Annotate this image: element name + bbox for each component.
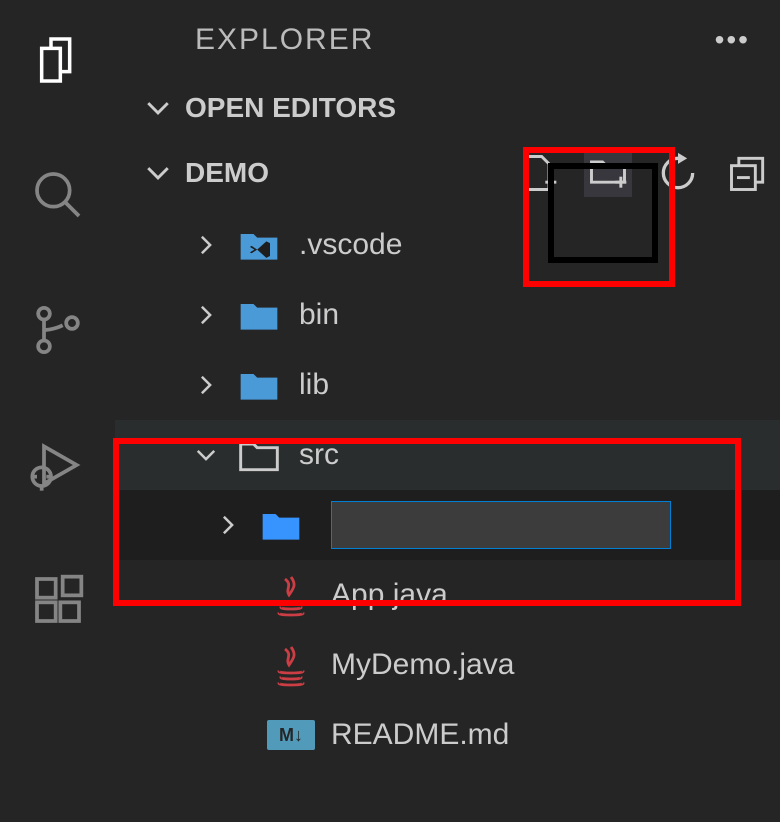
tree-folder-vscode[interactable]: .vscode (115, 210, 780, 280)
source-control-icon[interactable] (23, 295, 93, 365)
chevron-down-icon (193, 444, 219, 466)
tree-label: src (299, 438, 339, 472)
search-icon[interactable] (23, 160, 93, 230)
sidebar-title: EXPLORER (195, 23, 374, 57)
tree-label: bin (299, 298, 339, 332)
collapse-all-icon[interactable] (724, 149, 772, 197)
tree-new-folder-row[interactable] (115, 490, 780, 560)
tree-folder-lib[interactable]: lib (115, 350, 780, 420)
extensions-icon[interactable] (23, 565, 93, 635)
folder-icon (235, 361, 283, 409)
run-debug-icon[interactable] (23, 430, 93, 500)
explorer-sidebar: EXPLORER ••• OPEN EDITORS DEMO (115, 0, 780, 822)
chevron-right-icon (215, 514, 241, 536)
new-file-icon[interactable] (514, 149, 562, 197)
refresh-icon[interactable] (654, 149, 702, 197)
project-header[interactable]: DEMO (115, 135, 780, 210)
tree-folder-src[interactable]: src (115, 420, 780, 490)
folder-open-icon (235, 431, 283, 479)
chevron-down-icon (145, 95, 171, 121)
chevron-down-icon (145, 160, 171, 186)
new-folder-name-input[interactable] (331, 501, 671, 549)
tree-file-app[interactable]: App.java (115, 560, 780, 630)
tree-file-mydemo[interactable]: MyDemo.java (115, 630, 780, 700)
chevron-right-icon (193, 304, 219, 326)
tree-label: lib (299, 368, 329, 402)
tree-label: README.md (331, 718, 509, 752)
activity-bar (0, 0, 115, 822)
folder-icon (235, 291, 283, 339)
tree-folder-bin[interactable]: bin (115, 280, 780, 350)
sidebar-header: EXPLORER ••• (115, 0, 780, 80)
more-actions-icon[interactable]: ••• (715, 24, 750, 56)
explorer-icon[interactable] (23, 25, 93, 95)
tree-label: App.java (331, 578, 448, 612)
java-file-icon (267, 571, 315, 619)
tree-file-readme[interactable]: M↓ README.md (115, 700, 780, 770)
java-file-icon (267, 641, 315, 689)
project-actions (514, 149, 772, 197)
open-editors-header[interactable]: OPEN EDITORS (115, 80, 780, 135)
project-name: DEMO (185, 157, 269, 189)
markdown-file-icon: M↓ (267, 711, 315, 759)
tree-label: .vscode (299, 228, 402, 262)
folder-icon (257, 501, 305, 549)
chevron-right-icon (193, 234, 219, 256)
chevron-right-icon (193, 374, 219, 396)
folder-vscode-icon (235, 221, 283, 269)
tree-label: MyDemo.java (331, 648, 514, 682)
file-tree: .vscode bin lib (115, 210, 780, 770)
open-editors-label: OPEN EDITORS (185, 92, 396, 124)
new-folder-icon[interactable] (584, 149, 632, 197)
